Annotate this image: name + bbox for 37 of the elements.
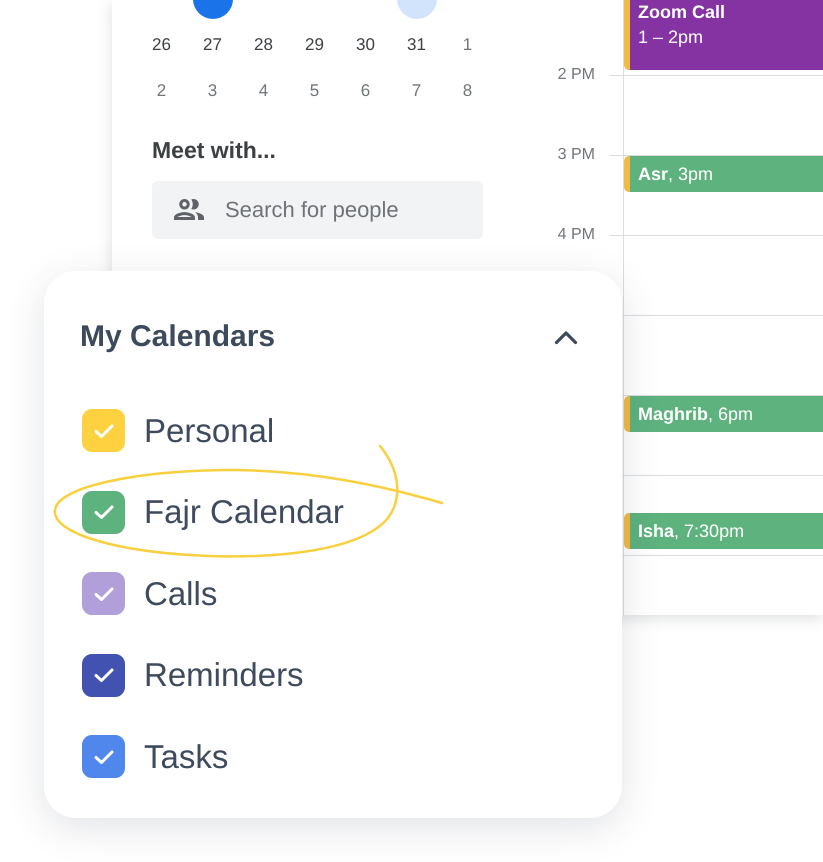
calendar-day[interactable]: 27 xyxy=(203,35,222,55)
calendar-name[interactable]: Fajr Calendar xyxy=(144,493,344,532)
checkbox[interactable] xyxy=(82,735,125,778)
calendar-day[interactable]: 30 xyxy=(356,35,375,55)
check-icon xyxy=(94,422,114,439)
calendar-day[interactable]: 6 xyxy=(360,81,370,101)
calendar-day[interactable]: 26 xyxy=(152,35,171,55)
checkbox[interactable] xyxy=(82,572,125,616)
calendar-name[interactable]: Personal xyxy=(144,412,274,450)
search-field[interactable]: Search for people xyxy=(152,181,483,239)
calendar-day[interactable]: 4 xyxy=(258,81,268,101)
checkbox[interactable] xyxy=(82,654,125,697)
calendar-event[interactable]: Zoom Call 1 – 2pm xyxy=(624,0,823,70)
calendar-day[interactable]: 28 xyxy=(254,35,273,55)
calendar-day[interactable]: 3 xyxy=(208,81,218,101)
calendar-day[interactable]: 1 xyxy=(462,35,472,55)
people-icon xyxy=(174,199,204,220)
calendar-day[interactable]: 2 xyxy=(156,81,166,101)
check-icon xyxy=(94,504,114,520)
panel-title: My Calendars xyxy=(80,320,276,354)
check-icon xyxy=(94,667,114,684)
calendar-name[interactable]: Tasks xyxy=(144,738,228,776)
calendar-day[interactable]: 31 xyxy=(407,35,426,55)
check-icon xyxy=(94,748,114,765)
chevron-up-icon[interactable] xyxy=(554,330,578,344)
checkbox[interactable] xyxy=(82,490,125,534)
calendar-day[interactable]: 5 xyxy=(310,81,320,101)
calendar-day[interactable]: 29 xyxy=(305,35,324,55)
section-heading: Meet with... xyxy=(152,137,276,163)
calendar-name[interactable]: Calls xyxy=(144,574,218,613)
hour-label: 4 PM xyxy=(558,225,595,245)
hour-label: 2 PM xyxy=(558,65,595,85)
calendar-day[interactable]: 7 xyxy=(412,81,422,101)
calendar-name[interactable]: Reminders xyxy=(144,656,304,694)
hour-label: 3 PM xyxy=(558,145,595,165)
check-icon xyxy=(94,586,114,602)
calendar-day[interactable]: 8 xyxy=(462,81,472,101)
